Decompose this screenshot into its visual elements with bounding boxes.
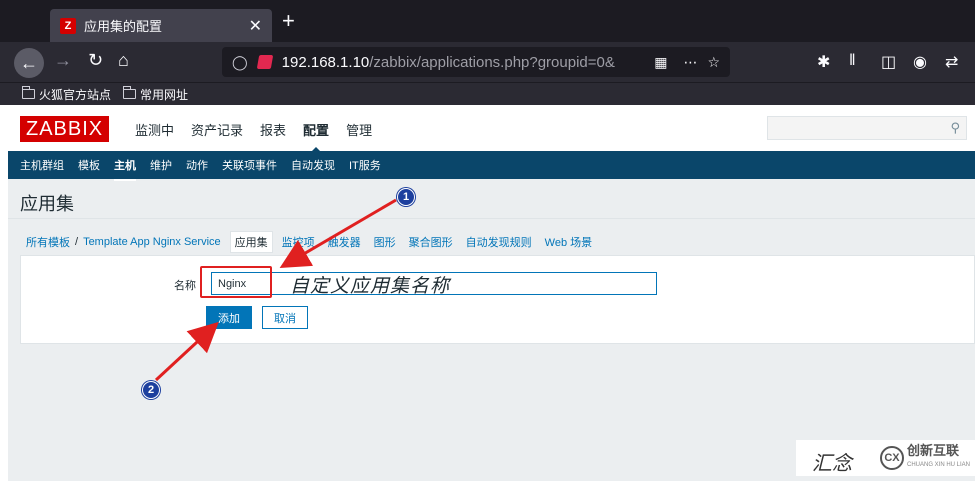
add-button[interactable]: 添加 <box>206 306 252 329</box>
forward-button[interactable]: → <box>54 50 72 71</box>
bookmarks-toolbar: 火狐官方站点 常用网址 <box>0 82 975 105</box>
home-button[interactable]: ⌂ <box>118 50 129 71</box>
watermark-logo: CX 创新互联 CHUANG XIN HU LIAN <box>876 440 975 476</box>
more-actions-icon[interactable]: ⋯ <box>683 54 697 71</box>
shield-icon[interactable]: ◯ <box>232 54 248 71</box>
tab-web-scenarios[interactable]: Web 场景 <box>545 234 592 250</box>
bookmark-label: 火狐官方站点 <box>39 87 112 102</box>
name-label: 名称 <box>174 280 196 292</box>
qr-code-icon[interactable]: ▦ <box>654 54 667 71</box>
main-menu-configuration[interactable]: 配置 <box>303 120 329 153</box>
tab-applications[interactable]: 应用集 <box>229 231 273 253</box>
main-menu-monitoring[interactable]: 监测中 <box>135 120 174 139</box>
sub-menu-actions[interactable]: 动作 <box>186 157 208 173</box>
main-menu-reports[interactable]: 报表 <box>260 120 286 139</box>
reload-button[interactable]: ↻ <box>88 50 103 71</box>
sub-menu-host-groups[interactable]: 主机群组 <box>20 157 64 173</box>
bookmark-label: 常用网址 <box>140 87 189 102</box>
annotation-marker-1: 1 <box>397 188 415 206</box>
brand-name: 创新互联 <box>907 443 960 458</box>
sub-menu: 主机群组 模板 主机 维护 动作 关联项事件 自动发现 IT服务 <box>8 151 975 181</box>
title-divider <box>8 218 975 219</box>
zabbix-logo[interactable]: ZABBIX <box>20 116 110 142</box>
tab-discovery-rules[interactable]: 自动发现规则 <box>466 234 532 250</box>
bookmark-common-sites[interactable]: 常用网址 <box>123 86 188 103</box>
overflow-icon[interactable]: ⇄ <box>945 52 958 72</box>
page-title: 应用集 <box>20 194 74 214</box>
annotation-highlight-box <box>200 266 272 298</box>
back-button[interactable]: ← <box>14 48 44 78</box>
url-host: 192.168.1.10 <box>281 53 370 71</box>
tab-screens[interactable]: 聚合图形 <box>409 234 453 250</box>
annotation-caption: 自定义应用集名称 <box>290 275 451 297</box>
main-menu-administration[interactable]: 管理 <box>346 120 372 139</box>
url-path: /zabbix/applications.php?groupid=0& <box>369 53 615 71</box>
application-form: 名称 添加 取消 <box>20 255 975 344</box>
sub-menu-it-services[interactable]: IT服务 <box>349 157 381 173</box>
tab-items[interactable]: 监控项 <box>282 234 315 250</box>
extensions-icon[interactable]: ✱ <box>817 52 830 72</box>
cancel-button[interactable]: 取消 <box>262 306 308 329</box>
sub-menu-hosts[interactable]: 主机 <box>114 157 136 181</box>
brand-logo-icon: CX <box>880 446 904 470</box>
sub-menu-maintenance[interactable]: 维护 <box>150 157 172 173</box>
bookmark-firefox-official[interactable]: 火狐官方站点 <box>22 86 111 103</box>
bookmark-star-icon[interactable]: ☆ <box>707 54 720 71</box>
tab-graphs[interactable]: 图形 <box>374 234 396 250</box>
browser-tab[interactable]: Z 应用集的配置 ✕ <box>50 9 272 42</box>
folder-icon <box>123 86 137 99</box>
breadcrumb-all-templates[interactable]: 所有模板 <box>26 234 70 250</box>
annotation-marker-2: 2 <box>142 381 160 399</box>
account-icon[interactable]: ◉ <box>913 52 927 72</box>
breadcrumb: 所有模板 / Template App Nginx Service 应用集 监控… <box>26 231 605 253</box>
main-menu-inventory[interactable]: 资产记录 <box>191 120 243 139</box>
watermark-fragment: 汇念 <box>796 440 876 476</box>
search-icon[interactable]: ⚲ <box>950 120 960 136</box>
zabbix-top-nav: ZABBIX 监测中 资产记录 报表 配置 管理 ⚲ <box>8 105 975 153</box>
window-edge <box>0 105 8 481</box>
zabbix-page: ZABBIX 监测中 资产记录 报表 配置 管理 ⚲ 主机群组 模板 主机 维护… <box>8 105 975 481</box>
search-input[interactable]: ⚲ <box>767 116 967 140</box>
zabbix-favicon-icon: Z <box>60 17 76 34</box>
sub-menu-discovery[interactable]: 自动发现 <box>291 157 335 173</box>
sub-menu-templates[interactable]: 模板 <box>78 157 100 173</box>
sidebar-icon[interactable]: ◫ <box>881 52 896 72</box>
close-tab-icon[interactable]: ✕ <box>249 16 262 36</box>
brand-subtitle: CHUANG XIN HU LIAN <box>907 462 971 468</box>
brand-text: 创新互联 CHUANG XIN HU LIAN <box>907 444 970 472</box>
folder-icon <box>22 86 35 99</box>
main-menu: 监测中 资产记录 报表 配置 管理 <box>135 120 389 153</box>
library-icon[interactable]: ‖ <box>849 52 856 70</box>
breadcrumb-template[interactable]: Template App Nginx Service <box>83 236 221 248</box>
browser-tab-bar: Z 应用集的配置 ✕ + <box>0 0 975 42</box>
tab-title: 应用集的配置 <box>84 19 163 34</box>
tab-triggers[interactable]: 触发器 <box>328 234 361 250</box>
url-bar[interactable]: ◯ 192.168.1.10 /zabbix/applications.php?… <box>222 47 730 77</box>
sub-menu-event-correlation[interactable]: 关联项事件 <box>222 157 277 173</box>
browser-nav-bar: ← → ↻ ⌂ ◯ 192.168.1.10 /zabbix/applicati… <box>0 42 975 82</box>
new-tab-button[interactable]: + <box>282 10 295 32</box>
breadcrumb-separator: / <box>75 236 79 248</box>
insecure-lock-icon[interactable] <box>256 55 273 69</box>
